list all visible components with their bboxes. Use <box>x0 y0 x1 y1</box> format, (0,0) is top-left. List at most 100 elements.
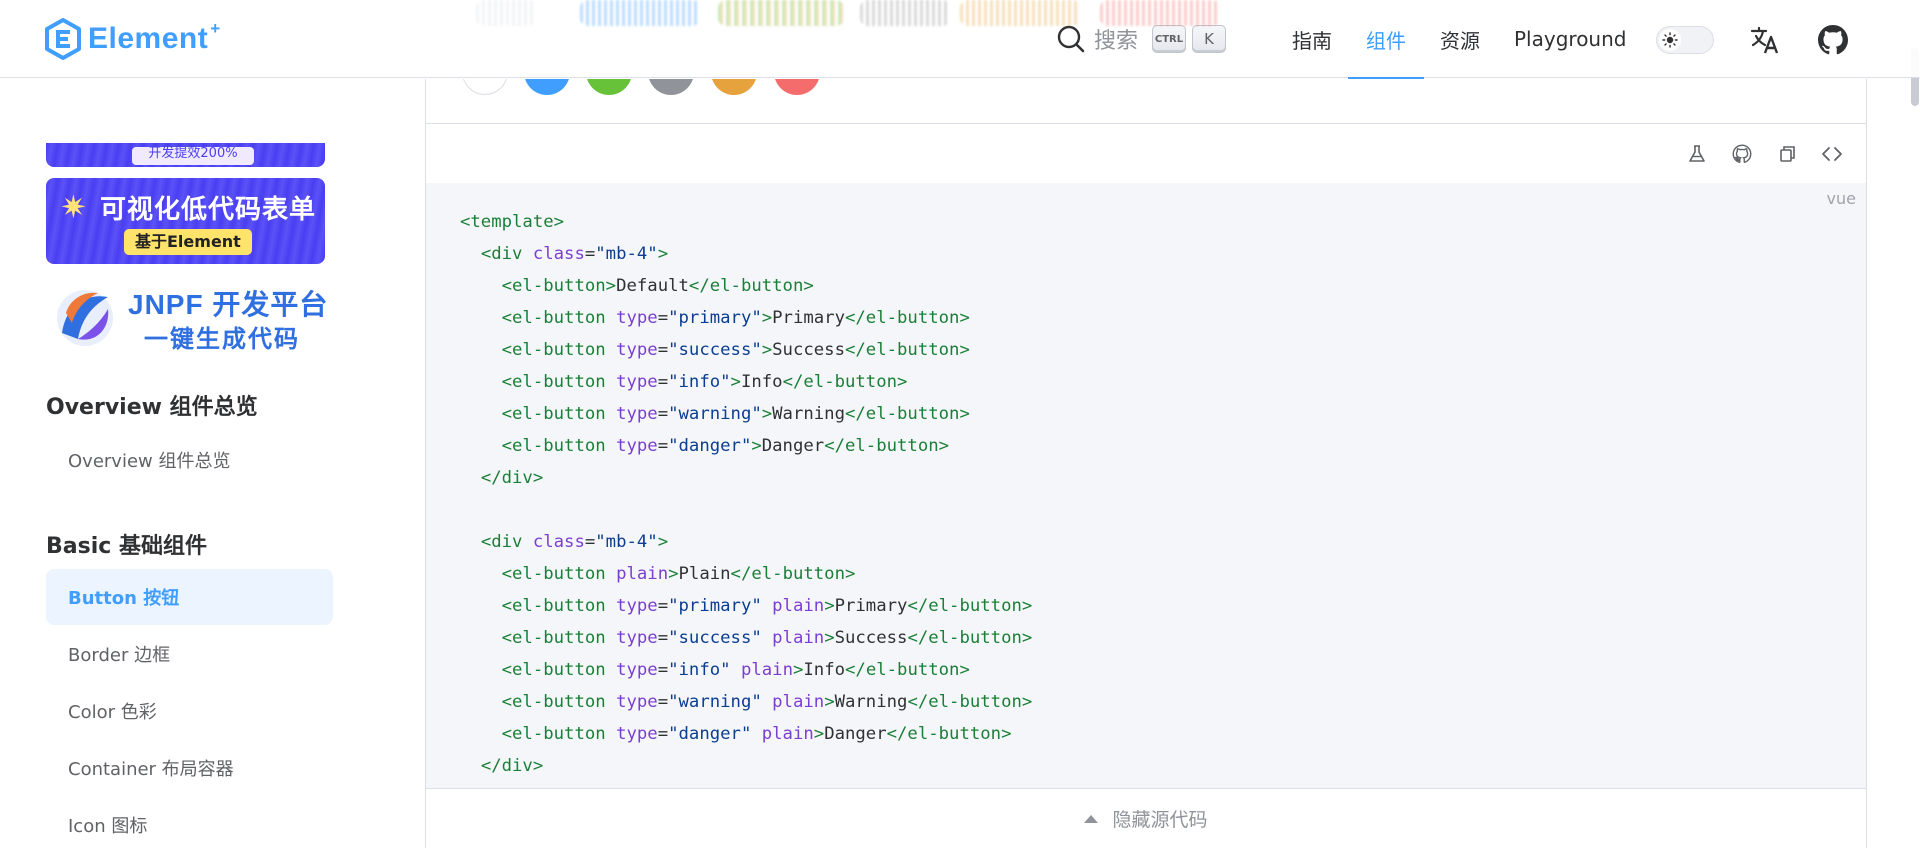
language-icon[interactable] <box>1747 22 1783 58</box>
decor-blur <box>860 0 950 26</box>
code-token: <el-button> <box>501 276 617 296</box>
code-token: Success <box>772 340 845 360</box>
nav-guide[interactable]: 指南 <box>1292 0 1332 78</box>
code-token: <el-button <box>501 340 606 360</box>
code-token: Primary <box>834 596 908 616</box>
nav-playground[interactable]: Playground <box>1514 0 1626 78</box>
sidebar-item-container[interactable]: Container 布局容器 <box>46 740 333 796</box>
code-line: <el-button plain>Plain</el-button> <box>460 558 1032 590</box>
code-token: Success <box>834 628 908 648</box>
code-token: <el-button <box>501 372 606 392</box>
code-line: <el-button type="danger">Danger</el-butt… <box>460 430 1032 462</box>
ad-banner-jnpf[interactable]: JNPF 开发平台 一键生成代码 <box>52 279 327 359</box>
code-token: plain <box>740 660 793 680</box>
code-token: "success" <box>668 628 762 648</box>
source-code-block: vue <template> <div class="mb-4"> <el-bu… <box>426 183 1866 788</box>
github-icon[interactable] <box>1729 141 1755 167</box>
code-token: </el-button> <box>824 436 950 456</box>
demo-circle-button[interactable] <box>648 79 694 95</box>
demo-circle-button[interactable] <box>586 79 632 95</box>
copy-icon[interactable] <box>1774 141 1800 167</box>
code-token: "success" <box>668 340 762 360</box>
code-line: <div class="mb-4"> <box>460 238 1032 270</box>
code-token: Danger <box>824 724 887 744</box>
code-token: type <box>616 596 658 616</box>
code-token: type <box>616 308 658 328</box>
element-plus-logo[interactable]: Element + <box>44 17 220 61</box>
code-token: <el-button <box>501 404 606 424</box>
demo-circle-button[interactable] <box>711 79 757 95</box>
demo-circle-button[interactable] <box>524 79 570 95</box>
code-token: > <box>751 436 762 456</box>
code-token: </el-button> <box>730 564 856 584</box>
code-token: <div <box>480 532 523 552</box>
code-token: <el-button <box>501 724 606 744</box>
demo-circle-button[interactable] <box>774 79 820 95</box>
ad-banner-efficiency[interactable]: 开发提效200% <box>46 143 325 167</box>
code-line: </div> <box>460 750 1032 782</box>
demo-circle-button[interactable] <box>462 79 508 95</box>
code-token: > <box>761 340 773 360</box>
ad-strip-text: 开发提效200% <box>132 147 254 165</box>
decor-blur <box>476 0 536 26</box>
nav-component[interactable]: 组件 <box>1348 0 1424 79</box>
element-logo-icon <box>45 18 81 60</box>
code-line: <el-button type="primary" plain>Primary<… <box>460 590 1033 622</box>
code-token: <el-button <box>501 596 606 616</box>
top-nav: 指南 组件 资源 Playground <box>1292 0 1660 79</box>
demo-preview <box>426 79 1866 124</box>
code-token: </el-button> <box>907 596 1033 616</box>
code-token: > <box>761 404 773 424</box>
code-token: </el-button> <box>845 340 970 360</box>
code-token: Warning <box>834 692 908 712</box>
sidebar-item-border[interactable]: Border 边框 <box>46 626 333 682</box>
code-token: Info <box>740 372 783 392</box>
code-token: = <box>657 628 669 648</box>
code-token: > <box>792 660 804 680</box>
code-token: </div> <box>480 756 544 776</box>
dark-mode-toggle[interactable] <box>1656 26 1714 54</box>
sidebar-item-overview[interactable]: Overview 组件总览 <box>46 432 333 488</box>
sidebar-item-color[interactable]: Color 色彩 <box>46 683 333 739</box>
ctrl-key-hint: CTRL <box>1152 25 1187 53</box>
sidebar-item-icon[interactable]: Icon 图标 <box>46 797 333 848</box>
code-token: <el-button <box>501 660 606 680</box>
hide-source-button[interactable]: 隐藏源代码 <box>426 788 1866 848</box>
sidebar-item-button[interactable]: Button 按钮 <box>46 569 333 625</box>
code-token: type <box>616 436 658 456</box>
code-token: <el-button <box>501 308 606 328</box>
code-token: > <box>761 308 773 328</box>
search-button[interactable]: 搜索 CTRL K <box>1056 22 1227 56</box>
translate-glyph <box>1750 26 1779 54</box>
ad-banner-lowcode-form[interactable]: ✷ 可视化低代码表单 基于Element <box>46 178 325 264</box>
playground-flask-icon[interactable] <box>1684 141 1710 167</box>
caret-up-icon <box>1084 814 1099 823</box>
code-line: </div> <box>460 462 1032 494</box>
view-source-icon[interactable] <box>1819 141 1845 167</box>
sparkle-icon: ✷ <box>60 188 87 226</box>
code-token: = <box>584 532 596 552</box>
code-token: = <box>657 596 669 616</box>
code-token: </el-button> <box>907 628 1033 648</box>
code-token: </el-button> <box>782 372 908 392</box>
nav-resource[interactable]: 资源 <box>1440 0 1480 78</box>
code-token: "mb-4" <box>595 244 658 264</box>
code-token: type <box>616 724 658 744</box>
demo-block: vue <template> <div class="mb-4"> <el-bu… <box>425 79 1867 848</box>
ad-jnpf-subtitle: 一键生成代码 <box>144 325 300 353</box>
github-icon[interactable] <box>1815 22 1851 58</box>
code-token: > <box>824 628 835 648</box>
code-token: type <box>616 340 658 360</box>
